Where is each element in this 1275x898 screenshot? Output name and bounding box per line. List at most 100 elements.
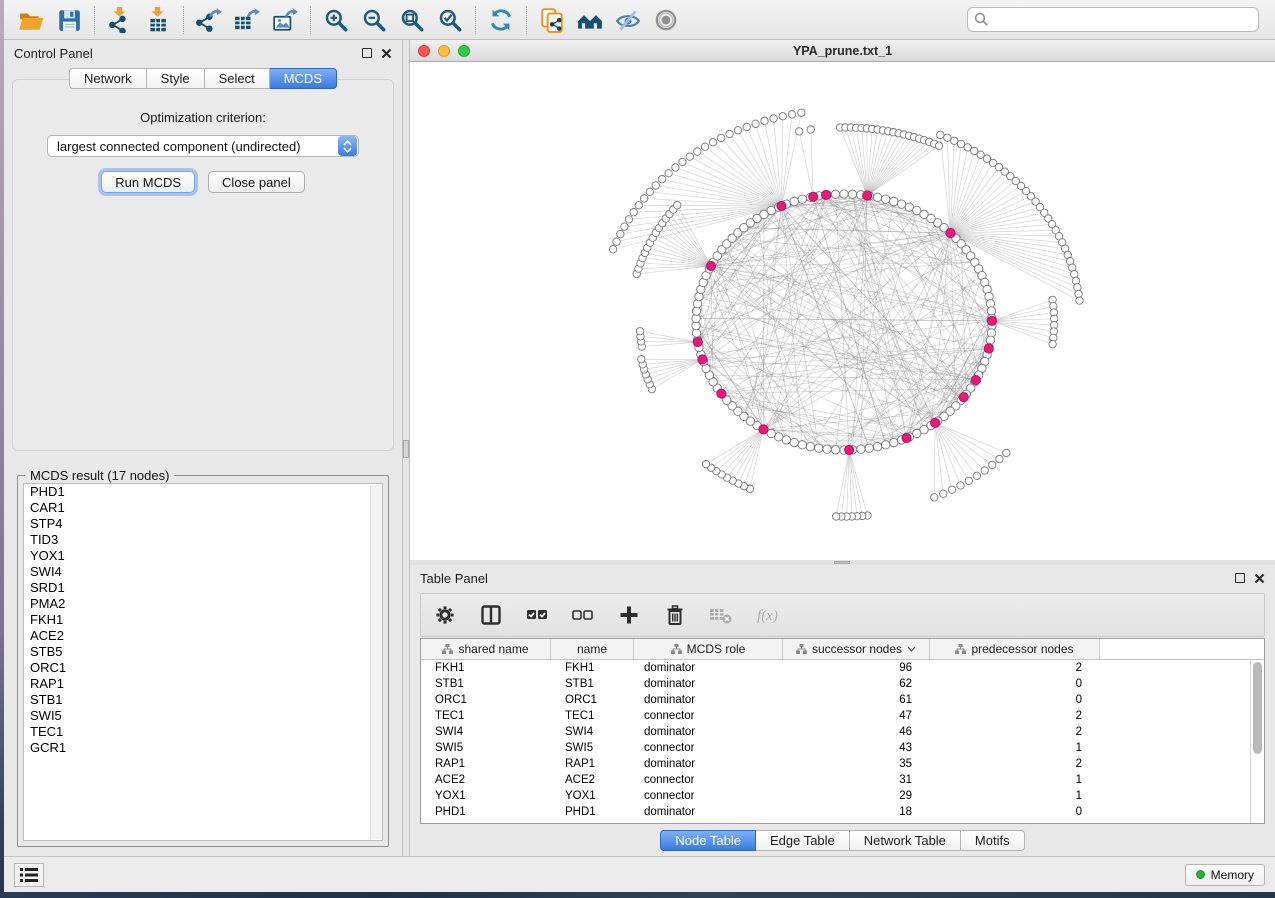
cell-predecessor-nodes[interactable]: 1	[930, 788, 1100, 804]
column-header-successor-nodes[interactable]: successor nodes	[783, 639, 930, 659]
graph-node[interactable]	[1049, 340, 1056, 347]
graph-mcds-hub-node[interactable]	[931, 418, 940, 427]
graph-mcds-hub-node[interactable]	[959, 393, 968, 402]
new-network-from-selection-button[interactable]	[533, 4, 571, 36]
mcds-result-item[interactable]: STB1	[24, 692, 382, 708]
graph-node[interactable]	[798, 441, 806, 449]
graph-node[interactable]	[815, 444, 823, 452]
graph-mcds-hub-node[interactable]	[984, 344, 993, 353]
graph-node[interactable]	[1076, 297, 1083, 304]
graph-node[interactable]	[965, 477, 972, 484]
graph-node[interactable]	[1074, 284, 1081, 291]
graph-mcds-hub-node[interactable]	[821, 190, 830, 199]
result-list-scrollbar[interactable]	[370, 485, 381, 839]
mcds-result-item[interactable]: GCR1	[24, 740, 382, 756]
export-image-button[interactable]	[266, 4, 304, 36]
graph-node[interactable]	[770, 115, 777, 122]
graph-mcds-hub-node[interactable]	[863, 191, 872, 200]
graph-node[interactable]	[890, 438, 898, 446]
table-row[interactable]: RAP1RAP1dominator352	[421, 756, 1264, 772]
tab-style[interactable]: Style	[147, 68, 205, 89]
refresh-button[interactable]	[482, 4, 520, 36]
graph-mcds-hub-node[interactable]	[698, 355, 707, 364]
cell-successor-nodes[interactable]: 96	[783, 660, 930, 676]
table-row[interactable]: SWI5SWI5connector431	[421, 740, 1264, 756]
graph-node[interactable]	[761, 117, 768, 124]
cell-successor-nodes[interactable]: 47	[783, 708, 930, 724]
graph-node[interactable]	[752, 120, 759, 127]
graph-node[interactable]	[897, 200, 905, 208]
deselect-all-button[interactable]	[571, 603, 595, 627]
table-row[interactable]: PHD1PHD1dominator180	[421, 804, 1264, 820]
graph-node[interactable]	[782, 436, 790, 444]
run-mcds-button[interactable]: Run MCDS	[101, 171, 195, 193]
graph-node[interactable]	[1075, 290, 1082, 297]
first-neighbors-button[interactable]	[571, 4, 609, 36]
graph-mcds-hub-node[interactable]	[902, 433, 911, 442]
mcds-result-item[interactable]: SWI4	[24, 564, 382, 580]
network-canvas[interactable]	[410, 62, 1275, 560]
cell-MCDS-role[interactable]: connector	[634, 788, 783, 804]
graph-mcds-hub-node[interactable]	[706, 261, 715, 270]
settings-button[interactable]	[433, 603, 457, 627]
graph-node[interactable]	[635, 202, 642, 209]
graph-node[interactable]	[848, 190, 856, 198]
graph-mcds-hub-node[interactable]	[946, 228, 955, 237]
cell-successor-nodes[interactable]: 18	[783, 804, 930, 820]
cell-predecessor-nodes[interactable]: 0	[930, 692, 1100, 708]
graph-node[interactable]	[951, 137, 958, 144]
graph-node[interactable]	[931, 494, 938, 501]
graph-node[interactable]	[701, 143, 708, 150]
graph-mcds-hub-node[interactable]	[987, 316, 996, 325]
graph-node[interactable]	[652, 182, 659, 189]
column-header-predecessor-nodes[interactable]: predecessor nodes	[930, 639, 1100, 659]
graph-node[interactable]	[630, 209, 637, 216]
graph-node[interactable]	[989, 461, 996, 468]
graph-node[interactable]	[937, 131, 944, 138]
graph-node[interactable]	[873, 193, 881, 201]
cell-successor-nodes[interactable]: 61	[783, 692, 930, 708]
cell-name[interactable]: YOX1	[551, 788, 634, 804]
cell-name[interactable]: FKH1	[551, 660, 634, 676]
graph-node[interactable]	[823, 445, 831, 453]
cell-shared-name[interactable]: RAP1	[421, 756, 551, 772]
mcds-result-item[interactable]: STB5	[24, 644, 382, 660]
mcds-result-item[interactable]: SWI5	[24, 708, 382, 724]
graph-node[interactable]	[957, 140, 964, 147]
graph-node[interactable]	[857, 445, 865, 453]
graph-node[interactable]	[832, 513, 839, 520]
graph-node[interactable]	[1003, 449, 1010, 456]
mcds-result-item[interactable]: STP4	[24, 516, 382, 532]
zoom-in-button[interactable]	[317, 4, 355, 36]
cell-MCDS-role[interactable]: dominator	[634, 724, 783, 740]
export-network-button[interactable]	[190, 4, 228, 36]
cell-shared-name[interactable]: SWI5	[421, 740, 551, 756]
tab-network[interactable]: Network	[69, 68, 147, 89]
cell-shared-name[interactable]: SWI4	[421, 724, 551, 740]
select-all-button[interactable]	[525, 603, 549, 627]
float-table-panel-icon[interactable]	[1235, 573, 1245, 583]
delete-row-button[interactable]	[663, 603, 687, 627]
graph-mcds-hub-node[interactable]	[971, 376, 980, 385]
graph-node[interactable]	[935, 142, 942, 149]
graph-node[interactable]	[679, 158, 686, 165]
cell-predecessor-nodes[interactable]: 0	[930, 804, 1100, 820]
close-table-panel-icon[interactable]	[1254, 573, 1265, 584]
mcds-result-list[interactable]: PHD1CAR1STP4TID3YOX1SWI4SRD1PMA2FKH1ACE2…	[23, 483, 383, 841]
graph-node[interactable]	[865, 444, 873, 452]
cell-name[interactable]: ACE2	[551, 772, 634, 788]
close-panel-button[interactable]: Close panel	[208, 171, 305, 193]
tab-mcds[interactable]: MCDS	[270, 68, 337, 89]
graph-mcds-hub-node[interactable]	[759, 425, 768, 434]
cell-name[interactable]: PHD1	[551, 804, 634, 820]
cell-successor-nodes[interactable]: 31	[783, 772, 930, 788]
import-table-button[interactable]	[139, 4, 177, 36]
cell-successor-nodes[interactable]: 43	[783, 740, 930, 756]
show-column-button[interactable]	[479, 603, 503, 627]
cell-name[interactable]: STB1	[551, 676, 634, 692]
cell-MCDS-role[interactable]: connector	[634, 708, 783, 724]
graph-node[interactable]	[1072, 277, 1079, 284]
cell-MCDS-role[interactable]: connector	[634, 740, 783, 756]
table-row[interactable]: ORC1ORC1dominator610	[421, 692, 1264, 708]
cell-name[interactable]: SWI5	[551, 740, 634, 756]
